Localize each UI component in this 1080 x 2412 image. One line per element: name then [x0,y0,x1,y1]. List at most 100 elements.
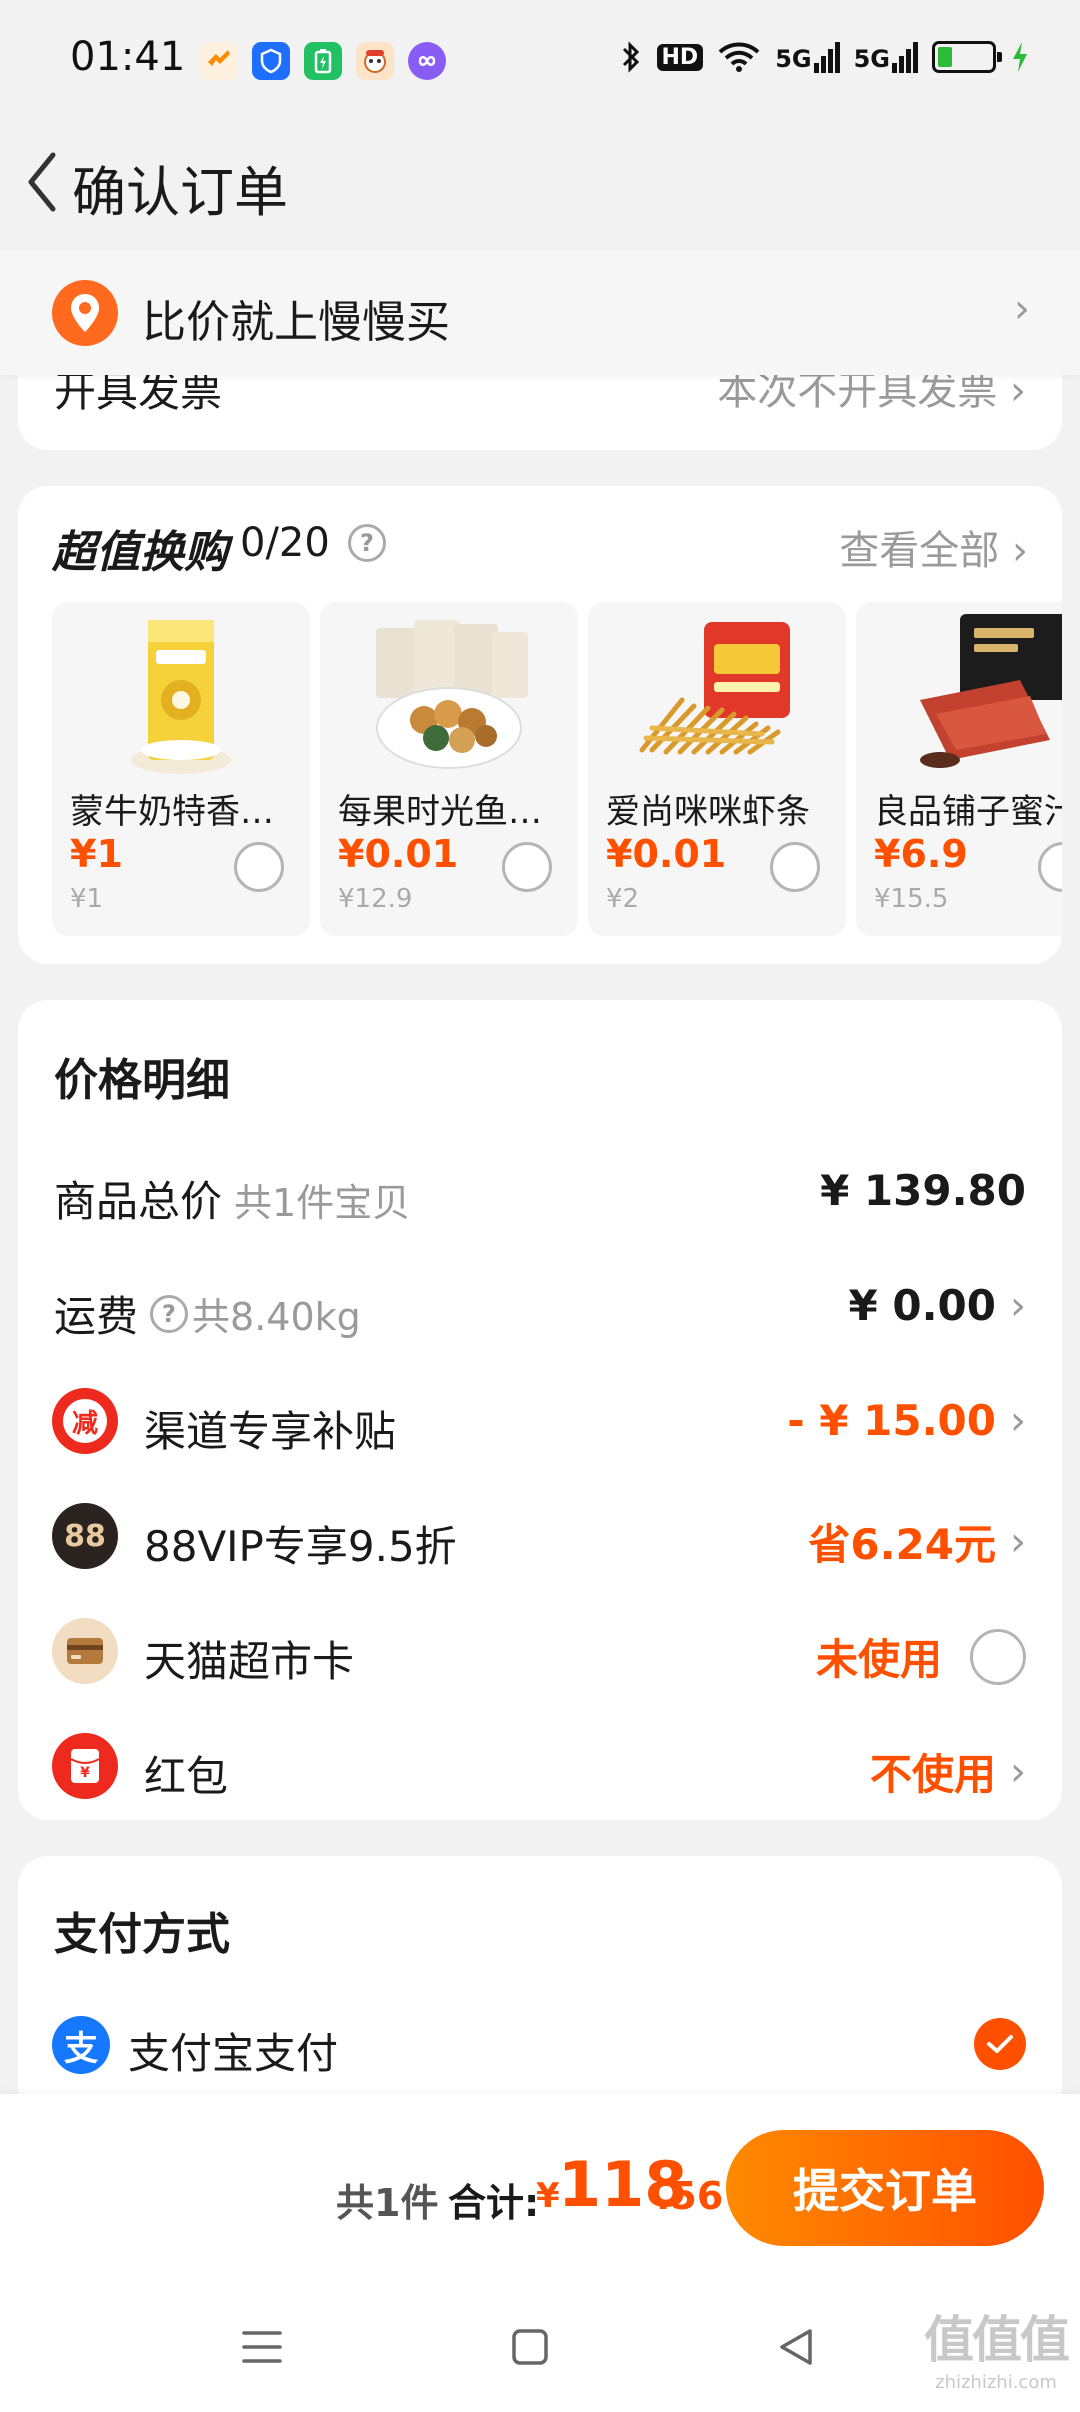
item-select-radio[interactable] [1038,842,1062,892]
item-price: ¥0.01 [606,832,727,876]
chevron-right-icon: › [1010,1397,1026,1444]
vip-88-icon: 88 [52,1503,118,1569]
goods-total-value: ¥ 139.80 [820,1166,1026,1215]
goods-count: 共1件宝贝 [234,1181,411,1225]
view-all-link[interactable]: 查看全部 › [839,518,1028,576]
market-card-label: 天猫超市卡 [144,1637,355,1686]
charging-icon [1013,42,1027,72]
item-price: ¥6.9 [874,832,968,876]
submit-order-button[interactable]: 提交订单 [726,2130,1044,2246]
home-square-icon [512,2329,548,2365]
menu-icon [242,2331,282,2363]
item-name: 每果时光鱼皮花生 [338,792,574,832]
goods-total-row: 商品总价 共1件宝贝 ¥ 139.80 [18,1140,1062,1240]
signal-5g-1: 5G [775,41,840,73]
price-compare-banner[interactable]: 比价就上慢慢买 › [0,250,1080,375]
item-name: 爱尚咪咪虾条 [606,792,810,832]
item-select-radio[interactable] [502,842,552,892]
subsidy-value: - ¥ 15.00 › [787,1396,1026,1445]
exchange-purchase-card: 超值换购 0/20 ? 查看全部 › 蒙牛奶特香蕉牛奶 ¥1 ¥1 [18,486,1062,964]
exchange-title: 超值换购 [52,527,228,578]
shipping-label: 运费 [54,1292,139,1341]
subsidy-row[interactable]: 减 渠道专享补贴 - ¥ 15.00 › [18,1370,1062,1470]
item-name: 蒙牛奶特香蕉牛奶 [70,792,306,832]
jerky-image [920,614,1062,768]
subsidy-icon: 减 [52,1388,118,1454]
checkout-bar: 共1件 合计: ¥ 118 .56 提交订单 [0,2094,1080,2282]
total-amount-decimal: .56 [656,2174,724,2218]
hd-badge: HD [656,43,704,71]
vip-label: 88VIP专享9.5折 [144,1522,457,1571]
red-packet-row[interactable]: ¥ 红包 不使用 › [18,1715,1062,1815]
item-select-radio[interactable] [770,842,820,892]
exchange-item[interactable]: 爱尚咪咪虾条 ¥0.01 ¥2 [588,602,846,936]
shipping-weight: 共8.40kg [192,1295,361,1339]
chevron-right-icon: › [1014,286,1030,332]
exchange-item[interactable]: 每果时光鱼皮花生 ¥0.01 ¥12.9 [320,602,578,936]
red-packet-icon: ¥ [52,1733,118,1799]
item-price: ¥0.01 [338,832,459,876]
vip-value: 省6.24元 › [808,1518,1026,1570]
home-nav-button[interactable] [490,2312,570,2382]
shield-app-icon [252,42,290,80]
item-select-radio[interactable] [234,842,284,892]
subsidy-label: 渠道专享补贴 [144,1407,397,1456]
card-icon [52,1618,118,1684]
question-icon[interactable]: ? [150,1294,189,1333]
shipping-row[interactable]: 运费? 共8.40kg ¥ 0.00 › [18,1255,1062,1355]
page-title: 确认订单 [72,161,288,224]
price-detail-title: 价格明细 [54,1055,230,1106]
goods-total-label: 商品总价 [54,1177,223,1226]
banana-milk-image [131,620,231,774]
chevron-right-icon: › [1012,528,1028,574]
promo-text: 比价就上慢慢买 [142,297,450,348]
exchange-items-list: 蒙牛奶特香蕉牛奶 ¥1 ¥1 每果时光鱼皮花生 ¥0.01 ¥12.9 [52,602,1062,936]
payment-title: 支付方式 [54,1909,230,1960]
page-header: 确认订单 [0,120,1080,250]
exchange-count: 0/20 [240,520,330,566]
watermark: 值值值 zhizhizhi.com [924,2311,1070,2393]
item-original-price: ¥12.9 [338,884,413,914]
app-notification-icon [200,42,238,80]
fish-skin-peanut-image [376,620,528,769]
shipping-value: ¥ 0.00 › [848,1281,1026,1330]
item-price: ¥1 [70,832,123,876]
status-indicators: HD 5G 5G [619,40,1031,74]
item-original-price: ¥1 [70,884,104,914]
checkmark-icon[interactable] [974,2018,1026,2070]
svg-text:¥: ¥ [80,1765,90,1781]
menu-nav-button[interactable] [222,2312,302,2382]
exchange-item[interactable]: 蒙牛奶特香蕉牛奶 ¥1 ¥1 [52,602,310,936]
chevron-right-icon: › [1010,1518,1026,1565]
total-currency: ¥ [536,2176,560,2216]
back-triangle-icon [780,2329,812,2365]
battery-app-icon [304,42,342,80]
status-time: 01:41 [70,34,186,80]
signal-5g-2: 5G [854,41,918,73]
market-card-row[interactable]: 天猫超市卡 未使用 [18,1600,1062,1700]
shrimp-stick-image [639,622,790,755]
system-nav-bar: 值值值 zhizhizhi.com [0,2282,1080,2412]
item-count: 共1件 [336,2181,439,2225]
market-card-value: 未使用 [816,1626,1026,1687]
question-icon[interactable]: ? [348,524,386,562]
back-nav-button[interactable] [756,2312,836,2382]
item-name: 良品铺子蜜汁 [874,792,1062,832]
cartoon-app-icon [356,42,394,80]
notification-icons [200,42,446,80]
red-packet-value: 不使用 › [869,1748,1026,1800]
payment-card: 支付方式 支 支付宝支付 [18,1856,1062,2106]
back-button[interactable] [12,142,72,222]
alipay-label[interactable]: 支付宝支付 [128,2020,338,2081]
alipay-icon: 支 [52,2016,110,2074]
bluetooth-icon [622,41,639,73]
red-packet-label: 红包 [144,1752,229,1801]
infinity-app-icon [408,42,446,80]
vip-discount-row[interactable]: 88 88VIP专享9.5折 省6.24元 › [18,1485,1062,1585]
back-arrow-icon [28,152,56,212]
market-card-radio[interactable] [970,1628,1026,1685]
exchange-item[interactable]: 良品铺子蜜汁 ¥6.9 ¥15.5 [856,602,1062,936]
total-label: 合计: [448,2181,540,2225]
price-detail-card: 价格明细 商品总价 共1件宝贝 ¥ 139.80 运费? 共8.40kg ¥ 0.0… [18,1000,1062,1820]
battery-icon [932,41,1002,73]
